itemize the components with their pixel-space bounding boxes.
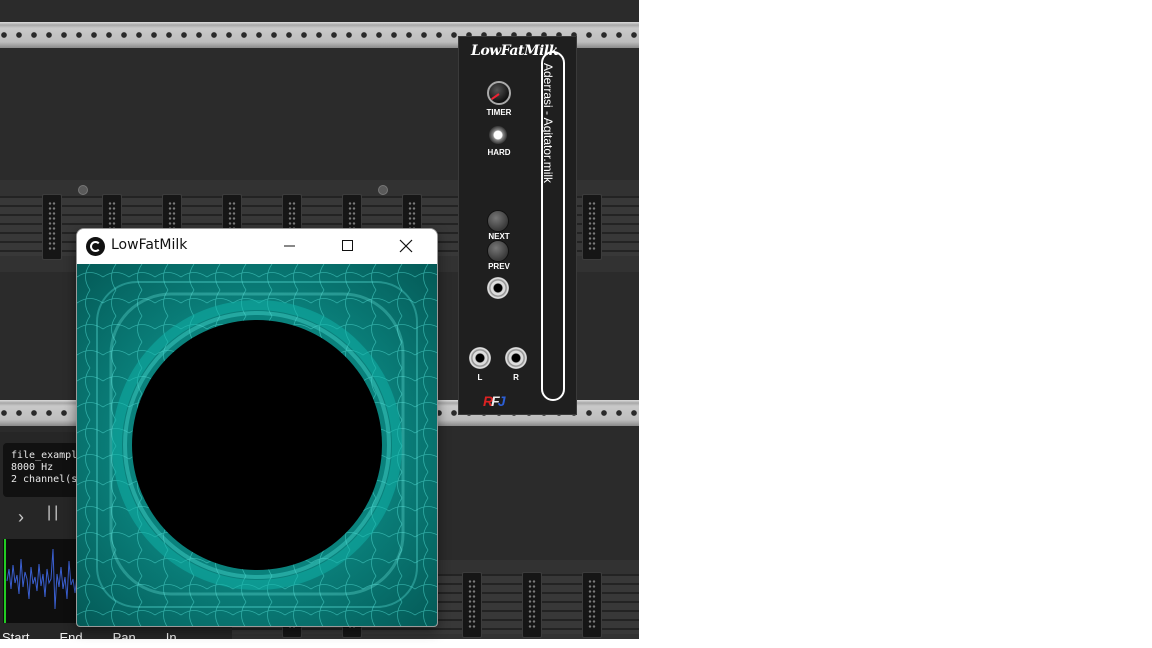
- lowfatmilk-module: LowFatMilk TIMER HARD NEXT PREV L R Ader…: [458, 36, 577, 415]
- play-icon[interactable]: ›: [18, 507, 24, 528]
- preset-title: Aderrasi - Agitator.milk: [541, 63, 555, 184]
- minimize-button[interactable]: [267, 229, 313, 263]
- header-connector: [42, 194, 62, 260]
- next-button[interactable]: [487, 210, 509, 232]
- pan-label: Pan: [112, 630, 136, 639]
- hard-led[interactable]: [489, 126, 507, 144]
- hard-label: HARD: [487, 148, 511, 157]
- right-input-jack[interactable]: [505, 347, 527, 369]
- milkdrop-visualization: [77, 264, 437, 626]
- header-connector: [462, 572, 482, 638]
- header-connector: [522, 572, 542, 638]
- close-button[interactable]: [383, 229, 429, 263]
- prev-button[interactable]: [487, 240, 509, 262]
- close-icon: [399, 239, 413, 253]
- preset-title-display: Aderrasi - Agitator.milk: [541, 51, 565, 401]
- trigger-input-jack[interactable]: [487, 277, 509, 299]
- minimize-icon: [284, 245, 295, 247]
- window-title: LowFatMilk: [111, 237, 188, 253]
- maximize-button[interactable]: [325, 229, 371, 263]
- visualizer-window: LowFatMilk: [76, 228, 438, 627]
- left-jack-label: L: [477, 373, 483, 382]
- maximize-icon: [342, 240, 353, 251]
- header-connector: [582, 194, 602, 260]
- param-labels: Start End Pan In: [2, 630, 207, 639]
- screw-icon: [378, 185, 388, 195]
- end-label: End: [59, 630, 83, 639]
- window-titlebar[interactable]: LowFatMilk: [77, 229, 437, 264]
- right-jack-label: R: [513, 373, 519, 382]
- maker-logo: RFJ: [483, 393, 505, 409]
- timer-label: TIMER: [486, 108, 512, 117]
- in-label: In: [165, 630, 177, 639]
- header-connector: [582, 572, 602, 638]
- timer-knob[interactable]: [487, 81, 511, 105]
- left-input-jack[interactable]: [469, 347, 491, 369]
- screw-icon: [78, 185, 88, 195]
- app-icon: [86, 237, 105, 256]
- start-label: Start: [2, 630, 30, 639]
- prev-label: PREV: [488, 262, 510, 271]
- pause-icon[interactable]: ||: [47, 504, 61, 522]
